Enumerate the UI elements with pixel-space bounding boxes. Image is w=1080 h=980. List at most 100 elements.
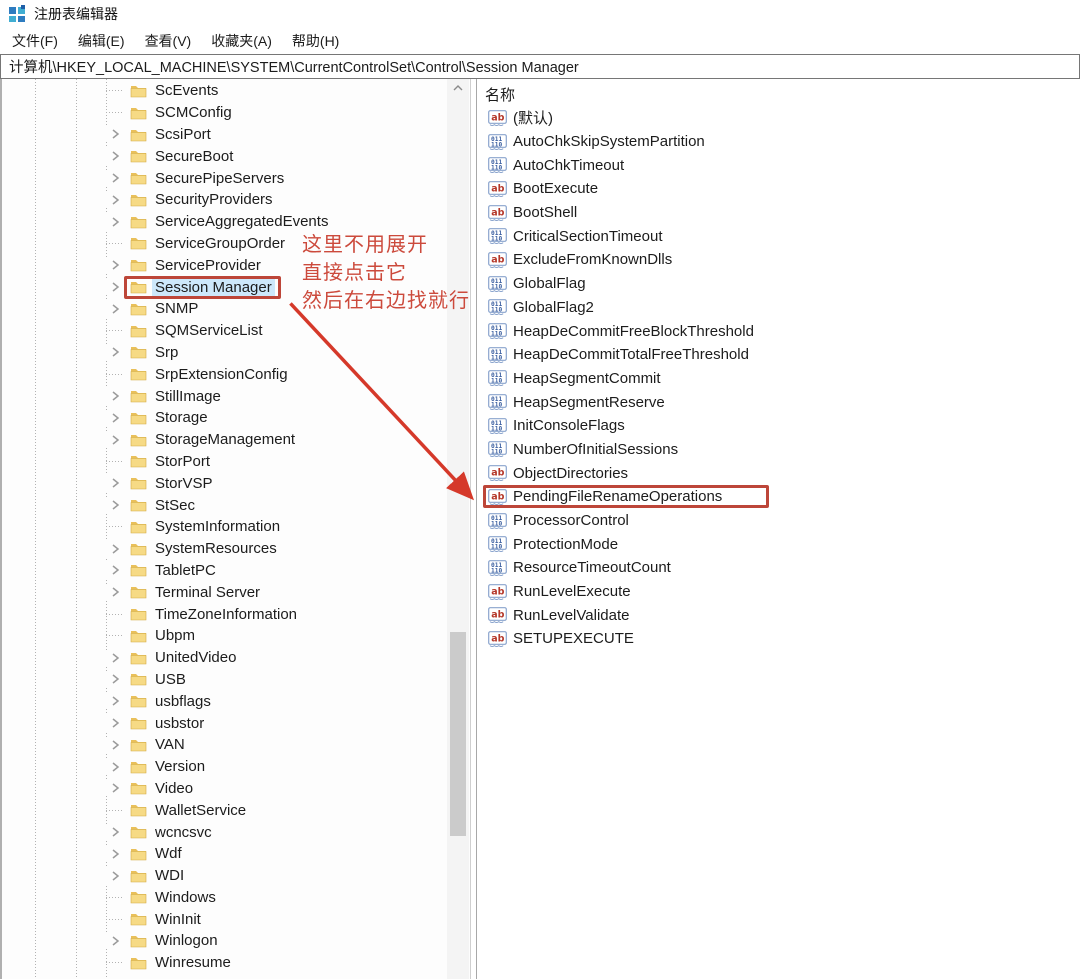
menu-a[interactable]: 收藏夹(A) xyxy=(201,28,282,54)
value-row-heapsegmentcommit[interactable]: 011110HeapSegmentCommit xyxy=(483,367,1080,391)
value-entry[interactable]: 011110InitConsoleFlags xyxy=(483,414,630,437)
tree-item-usbstor[interactable]: usbstor xyxy=(2,712,470,734)
menu-f[interactable]: 文件(F) xyxy=(2,28,68,54)
chevron-right-icon[interactable] xyxy=(106,192,124,208)
tree-item-scevents[interactable]: ScEvents xyxy=(2,80,470,102)
tree-node[interactable]: SystemInformation xyxy=(124,515,289,538)
tree-node[interactable]: TabletPC xyxy=(124,559,225,582)
value-entry[interactable]: abObjectDirectories xyxy=(483,462,633,485)
tree-item-usb[interactable]: USB xyxy=(2,669,470,691)
chevron-right-icon[interactable] xyxy=(106,824,124,840)
tree-node[interactable]: ScsiPort xyxy=(124,123,220,146)
chevron-right-icon[interactable] xyxy=(106,780,124,796)
tree-node[interactable]: StorPort xyxy=(124,450,219,473)
value-entry[interactable]: 011110GlobalFlag2 xyxy=(483,296,599,319)
menu-v[interactable]: 查看(V) xyxy=(135,28,202,54)
tree-node[interactable]: Winresume xyxy=(124,951,240,974)
tree-node[interactable]: ServiceProvider xyxy=(124,254,270,277)
value-entry[interactable]: ab(默认) xyxy=(483,104,558,131)
chevron-right-icon[interactable] xyxy=(106,410,124,426)
chevron-right-icon[interactable] xyxy=(106,933,124,949)
tree-item-unitedvideo[interactable]: UnitedVideo xyxy=(2,647,470,669)
tree-item-timezoneinformation[interactable]: TimeZoneInformation xyxy=(2,603,470,625)
tree-item-ubpm[interactable]: Ubpm xyxy=(2,625,470,647)
value-row-numberofinitialsessions[interactable]: 011110NumberOfInitialSessions xyxy=(483,438,1080,462)
tree-node[interactable]: Storage xyxy=(124,406,217,429)
chevron-right-icon[interactable] xyxy=(106,562,124,578)
chevron-right-icon[interactable] xyxy=(106,497,124,513)
address-bar[interactable]: 计算机\HKEY_LOCAL_MACHINE\SYSTEM\CurrentCon… xyxy=(0,54,1080,79)
tree-item-session-manager[interactable]: Session Manager xyxy=(2,276,470,298)
tree-node[interactable]: Windows xyxy=(124,886,225,909)
tree-item-scsiport[interactable]: ScsiPort xyxy=(2,124,470,146)
tree-node[interactable]: USB xyxy=(124,668,195,691)
tree-item-storage[interactable]: Storage xyxy=(2,407,470,429)
tree-item-storvsp[interactable]: StorVSP xyxy=(2,472,470,494)
tree-item-walletservice[interactable]: WalletService xyxy=(2,799,470,821)
value-row-heapsegmentreserve[interactable]: 011110HeapSegmentReserve xyxy=(483,390,1080,414)
tree-item-terminal-server[interactable]: Terminal Server xyxy=(2,581,470,603)
chevron-right-icon[interactable] xyxy=(106,693,124,709)
value-entry[interactable]: abBootShell xyxy=(483,201,582,224)
value-row-processorcontrol[interactable]: 011110ProcessorControl xyxy=(483,509,1080,533)
chevron-right-icon[interactable] xyxy=(106,759,124,775)
tree-node[interactable]: StSec xyxy=(124,494,204,517)
value-row-protectionmode[interactable]: 011110ProtectionMode xyxy=(483,532,1080,556)
tree-node[interactable]: SNMP xyxy=(124,297,207,320)
tree-item-serviceaggregatedevents[interactable]: ServiceAggregatedEvents xyxy=(2,211,470,233)
tree-node[interactable]: SystemResources xyxy=(124,537,286,560)
value-entry[interactable]: abSETUPEXECUTE xyxy=(483,627,639,650)
tree-item-srp[interactable]: Srp xyxy=(2,342,470,364)
value-entry[interactable]: 011110ProcessorControl xyxy=(483,509,634,532)
value-entry[interactable]: 011110ResourceTimeoutCount xyxy=(483,556,676,579)
tree-node[interactable]: SCMConfig xyxy=(124,101,241,124)
tree-node[interactable]: WalletService xyxy=(124,799,255,822)
tree-item-securityproviders[interactable]: SecurityProviders xyxy=(2,189,470,211)
tree-node[interactable]: Srp xyxy=(124,341,187,364)
chevron-right-icon[interactable] xyxy=(106,170,124,186)
chevron-right-icon[interactable] xyxy=(106,214,124,230)
tree-item-item[interactable] xyxy=(2,974,470,979)
chevron-right-icon[interactable] xyxy=(106,257,124,273)
value-entry[interactable]: abExcludeFromKnownDlls xyxy=(483,248,677,271)
value-row-pendingfilerenameoperations[interactable]: abPendingFileRenameOperations xyxy=(483,485,1080,509)
tree-item-wininit[interactable]: WinInit xyxy=(2,908,470,930)
tree-node[interactable] xyxy=(124,975,158,979)
value-row-item[interactable]: ab(默认) xyxy=(483,106,1080,130)
tree-item-stsec[interactable]: StSec xyxy=(2,494,470,516)
tree-node[interactable]: usbstor xyxy=(124,712,213,735)
value-row-setupexecute[interactable]: abSETUPEXECUTE xyxy=(483,627,1080,651)
chevron-right-icon[interactable] xyxy=(106,432,124,448)
tree-item-systeminformation[interactable]: SystemInformation xyxy=(2,516,470,538)
tree-node[interactable]: Winlogon xyxy=(124,929,227,952)
tree-node[interactable]: WinInit xyxy=(124,908,210,931)
tree-node[interactable]: StillImage xyxy=(124,385,230,408)
chevron-right-icon[interactable] xyxy=(106,715,124,731)
tree-node[interactable]: StorageManagement xyxy=(124,428,304,451)
tree-node[interactable]: SQMServiceList xyxy=(124,319,272,342)
tree-item-wdi[interactable]: WDI xyxy=(2,865,470,887)
value-row-initconsoleflags[interactable]: 011110InitConsoleFlags xyxy=(483,414,1080,438)
tree-node[interactable]: usbflags xyxy=(124,690,220,713)
tree-item-usbflags[interactable]: usbflags xyxy=(2,690,470,712)
tree-node[interactable]: Version xyxy=(124,755,214,778)
tree-node[interactable]: VAN xyxy=(124,733,194,756)
value-entry[interactable]: 011110HeapSegmentCommit xyxy=(483,367,666,390)
value-entry[interactable]: 011110AutoChkTimeout xyxy=(483,154,629,177)
scroll-up-icon[interactable] xyxy=(447,79,469,97)
tree-node[interactable]: TimeZoneInformation xyxy=(124,603,306,626)
tree-item-wcncsvc[interactable]: wcncsvc xyxy=(2,821,470,843)
tree-node-highlight-box[interactable]: Session Manager xyxy=(124,276,281,299)
value-row-heapdecommitfreeblockthreshold[interactable]: 011110HeapDeCommitFreeBlockThreshold xyxy=(483,319,1080,343)
tree-item-version[interactable]: Version xyxy=(2,756,470,778)
tree-node[interactable]: wcncsvc xyxy=(124,821,221,844)
chevron-right-icon[interactable] xyxy=(106,475,124,491)
value-entry[interactable]: 011110NumberOfInitialSessions xyxy=(483,438,683,461)
tree-item-systemresources[interactable]: SystemResources xyxy=(2,538,470,560)
chevron-right-icon[interactable] xyxy=(106,650,124,666)
chevron-right-icon[interactable] xyxy=(106,671,124,687)
chevron-right-icon[interactable] xyxy=(106,279,124,295)
tree-node[interactable]: SecureBoot xyxy=(124,145,242,168)
chevron-right-icon[interactable] xyxy=(106,737,124,753)
value-row-globalflag[interactable]: 011110GlobalFlag xyxy=(483,272,1080,296)
